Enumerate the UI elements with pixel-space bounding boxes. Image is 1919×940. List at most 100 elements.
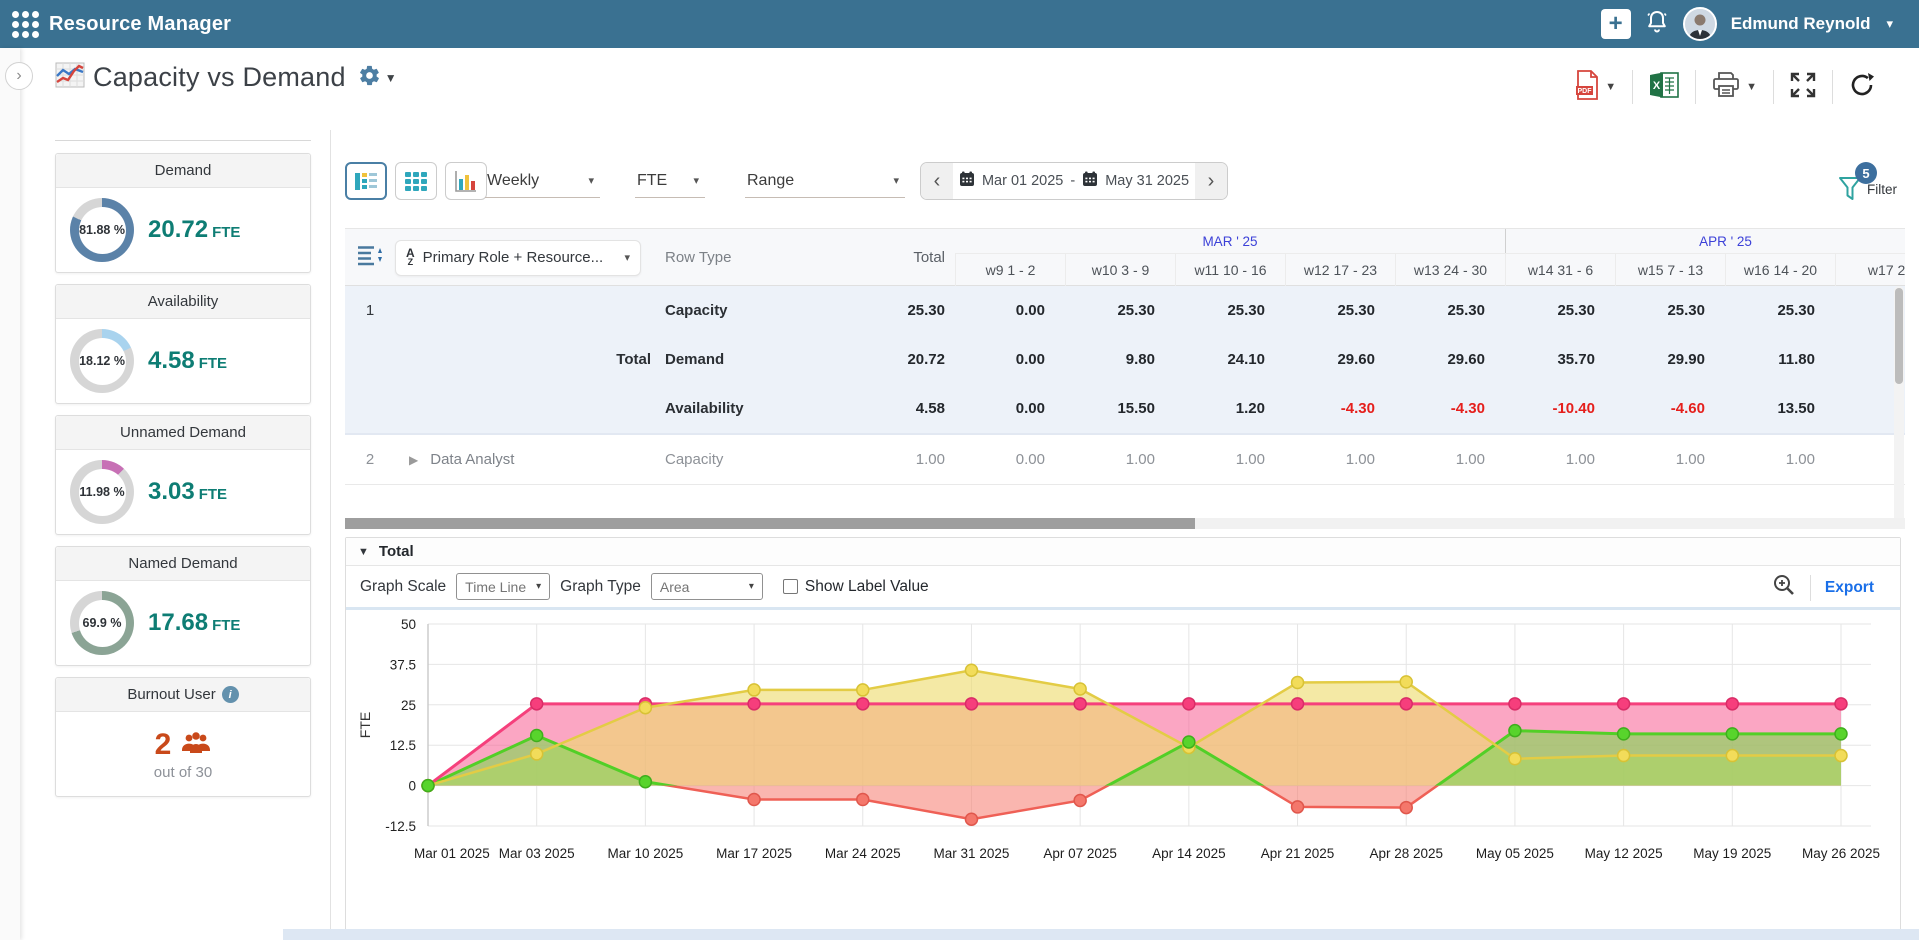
- export-chart-link[interactable]: Export: [1825, 579, 1874, 597]
- fte-value: 3.03FTE: [148, 478, 227, 506]
- chevron-down-icon: ▾: [624, 251, 630, 264]
- card-title: Unnamed Demand: [56, 416, 310, 450]
- row-type-cell: Availability: [665, 400, 835, 417]
- svg-text:Mar 31 2025: Mar 31 2025: [934, 846, 1010, 861]
- chart-grid-view-toggle[interactable]: [345, 162, 387, 200]
- summary-card-availability: Availability18.12 %4.58FTE: [55, 284, 311, 404]
- collapse-triangle-icon: ▼: [358, 546, 369, 558]
- pdf-export-button[interactable]: PDF ▼: [1559, 70, 1632, 105]
- table-row: Availability4.580.0015.501.20-4.30-4.30-…: [665, 384, 1905, 433]
- fte-value: 17.68FTE: [148, 609, 240, 637]
- week-value-cell: 25.30: [1725, 302, 1835, 319]
- vertical-scrollbar[interactable]: [1894, 286, 1904, 526]
- group-by-select[interactable]: AZ Primary Role + Resource... ▾: [395, 240, 641, 276]
- filter-count-badge: 5: [1855, 162, 1877, 184]
- svg-text:Apr 07 2025: Apr 07 2025: [1043, 846, 1117, 861]
- week-value-cell: 1.00: [1615, 451, 1725, 468]
- burnout-count: 2: [155, 728, 212, 762]
- week-value-cell: 25.30: [1395, 302, 1505, 319]
- zoom-in-icon[interactable]: [1772, 573, 1796, 602]
- avatar[interactable]: [1683, 7, 1717, 41]
- table-row: Capacity1.000.001.001.001.001.001.001.00…: [665, 435, 1905, 484]
- show-label-value-checkbox[interactable]: Show Label Value: [783, 578, 929, 596]
- print-button[interactable]: ▼: [1696, 71, 1773, 103]
- svg-text:May 26 2025: May 26 2025: [1802, 846, 1880, 861]
- week-value-cell: 29.60: [1285, 351, 1395, 368]
- add-icon[interactable]: +: [1601, 9, 1631, 39]
- month-header: APR ' 25: [1505, 229, 1905, 253]
- grid-view-toggle[interactable]: [395, 162, 437, 200]
- svg-text:X: X: [1653, 80, 1661, 92]
- calendar-icon: [1082, 171, 1098, 191]
- capacity-demand-table: AZ Primary Role + Resource... ▾ Row Type…: [345, 228, 1905, 485]
- week-value-cell: 11.80: [1725, 351, 1835, 368]
- interval-select[interactable]: Weekly▾: [485, 164, 600, 198]
- group-name: ▶Data Analyst: [395, 435, 665, 484]
- expand-arrow-icon[interactable]: ▶: [409, 453, 418, 467]
- fte-value: 20.72FTE: [148, 216, 240, 244]
- week-value-cell: 25.30: [1285, 302, 1395, 319]
- week-column-header: w10 3 - 9: [1065, 254, 1175, 286]
- week-value-cell: 1.00: [1505, 451, 1615, 468]
- svg-text:Mar 24 2025: Mar 24 2025: [825, 846, 901, 861]
- total-section-header[interactable]: ▼ Total: [346, 538, 1900, 566]
- week-value-cell: 1.20: [1175, 400, 1285, 417]
- row-type-cell: Capacity: [665, 451, 835, 468]
- week-value-cell: 0.00: [955, 302, 1065, 319]
- table-group-data-analyst[interactable]: 2▶Data AnalystCapacity1.000.001.001.001.…: [345, 435, 1905, 485]
- date-to[interactable]: May 31 2025: [1105, 173, 1189, 189]
- excel-export-icon: X: [1649, 71, 1679, 104]
- notifications-bell-icon[interactable]: [1645, 9, 1669, 40]
- week-column-header: w12 17 - 23: [1285, 254, 1395, 286]
- print-icon: [1712, 71, 1740, 103]
- week-value-cell: -4.60: [1615, 400, 1725, 417]
- info-icon[interactable]: i: [222, 686, 239, 703]
- date-from[interactable]: Mar 01 2025: [982, 173, 1063, 189]
- excel-export-button[interactable]: X: [1633, 71, 1695, 104]
- chevron-down-icon: ▼: [1746, 81, 1757, 93]
- unit-select[interactable]: FTE▾: [635, 164, 705, 198]
- table-group-total[interactable]: 1TotalCapacity25.300.0025.3025.3025.3025…: [345, 286, 1905, 435]
- summary-sidebar: Demand81.88 %20.72FTEAvailability18.12 %…: [55, 140, 311, 141]
- graph-type-select[interactable]: Area▾: [651, 573, 763, 600]
- svg-text:Mar 17 2025: Mar 17 2025: [716, 846, 792, 861]
- fullscreen-button[interactable]: [1774, 72, 1832, 103]
- chevron-down-icon[interactable]: ▾: [1886, 16, 1893, 32]
- group-rows: Capacity1.000.001.001.001.001.001.001.00…: [665, 435, 1905, 484]
- pdf-export-icon: PDF: [1575, 70, 1599, 105]
- table-row: Demand20.720.009.8024.1029.6029.6035.702…: [665, 335, 1905, 384]
- refresh-button[interactable]: [1833, 72, 1891, 103]
- previous-period-button[interactable]: ‹: [921, 163, 953, 199]
- week-value-cell: 1.00: [1065, 451, 1175, 468]
- week-value-cell: -4.30: [1285, 400, 1395, 417]
- sort-rows-icon[interactable]: [357, 244, 383, 271]
- top-bar: Resource Manager + Edmund Reynold ▾: [0, 0, 1919, 48]
- view-settings-button[interactable]: ▼: [358, 64, 397, 92]
- line-chart-icon: [55, 62, 85, 93]
- bar-chart-view-toggle[interactable]: [445, 162, 487, 200]
- week-column-header: w17 21: [1835, 254, 1905, 286]
- graph-type-label: Graph Type: [560, 578, 641, 596]
- week-value-cell: 25.30: [1615, 302, 1725, 319]
- gauge-percent: 18.12 %: [79, 338, 126, 385]
- range-mode-select[interactable]: Range▾: [745, 164, 905, 198]
- page-horizontal-scrollbar[interactable]: [283, 929, 1919, 940]
- user-name[interactable]: Edmund Reynold: [1731, 14, 1871, 34]
- horizontal-scrollbar[interactable]: [345, 518, 1905, 529]
- total-column-header: Total: [835, 229, 955, 286]
- svg-text:May 05 2025: May 05 2025: [1476, 846, 1554, 861]
- svg-text:Mar 10 2025: Mar 10 2025: [607, 846, 683, 861]
- next-period-button[interactable]: ›: [1195, 163, 1227, 199]
- card-body: 2out of 30: [56, 712, 310, 796]
- filter-button[interactable]: 5 Filter: [1837, 174, 1899, 209]
- card-body: 18.12 %4.58FTE: [56, 319, 310, 403]
- svg-text:Apr 28 2025: Apr 28 2025: [1369, 846, 1443, 861]
- expand-panel-button[interactable]: ›: [5, 62, 33, 90]
- chevron-down-icon: ▾: [749, 581, 754, 592]
- apps-grid-icon[interactable]: [12, 11, 39, 38]
- date-separator: -: [1070, 173, 1075, 189]
- week-value-cell: 25.30: [1505, 302, 1615, 319]
- graph-scale-select[interactable]: Time Line▾: [456, 573, 550, 600]
- summary-card-named-demand: Named Demand69.9 %17.68FTE: [55, 546, 311, 666]
- total-cell: 20.72: [835, 351, 955, 368]
